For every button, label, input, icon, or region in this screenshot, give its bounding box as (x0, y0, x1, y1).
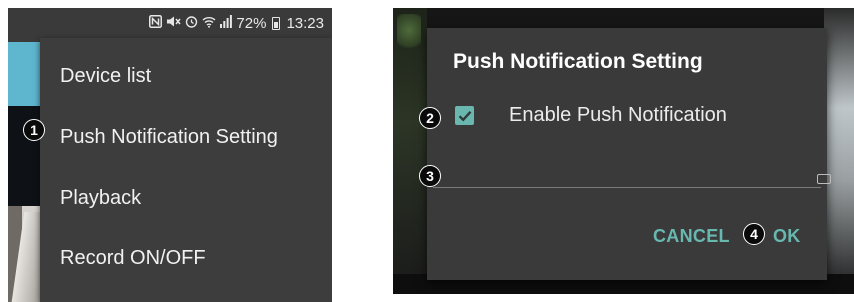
battery-icon (272, 16, 281, 30)
enable-push-checkbox[interactable] (455, 106, 474, 125)
checkmark-icon (458, 110, 471, 122)
dialog-title: Push Notification Setting (453, 50, 703, 73)
callout-badge-4: 4 (743, 223, 765, 245)
menu-item-record-on-off[interactable]: Record ON/OFF (40, 228, 332, 288)
enable-push-label: Enable Push Notification (509, 104, 727, 126)
wifi-icon (202, 15, 216, 31)
menu-item-label: Playback (60, 186, 142, 209)
menu-item-push-notification-setting[interactable]: Push Notification Setting (40, 107, 332, 167)
notification-text-field[interactable] (433, 156, 821, 188)
ok-button[interactable]: OK (773, 226, 801, 247)
battery-percent: 72% (236, 14, 267, 32)
menu-item-device-list[interactable]: Device list (40, 46, 332, 106)
menu-item-playback[interactable]: Playback (40, 168, 332, 228)
push-notification-dialog: Push Notification Setting Enable Push No… (427, 28, 831, 280)
callout-badge-3: 3 (419, 165, 441, 187)
right-phone-screen: Push Notification Setting Enable Push No… (393, 8, 854, 294)
camera-view-right (824, 8, 854, 294)
left-phone-screen: 72% 13:23 Device list Push Notification … (8, 8, 332, 302)
callout-badge-2: 2 (419, 107, 441, 129)
plant-image (397, 14, 421, 54)
camera-icon (817, 174, 831, 184)
callout-badge-1: 1 (23, 119, 45, 141)
signal-icon (220, 15, 233, 31)
text-field-underline (433, 187, 821, 188)
clock: 13:23 (286, 14, 324, 32)
menu-item-label: Device list (60, 64, 152, 87)
alarm-icon (185, 15, 198, 31)
menu-item-label: Record ON/OFF (60, 246, 206, 269)
status-bar: 72% 13:23 (8, 8, 332, 38)
overflow-menu: Device list Push Notification Setting Pl… (40, 38, 332, 302)
nfc-icon (149, 15, 163, 31)
menu-item-label: Push Notification Setting (60, 125, 278, 148)
cancel-button[interactable]: CANCEL (653, 226, 730, 247)
mute-icon (166, 15, 182, 31)
